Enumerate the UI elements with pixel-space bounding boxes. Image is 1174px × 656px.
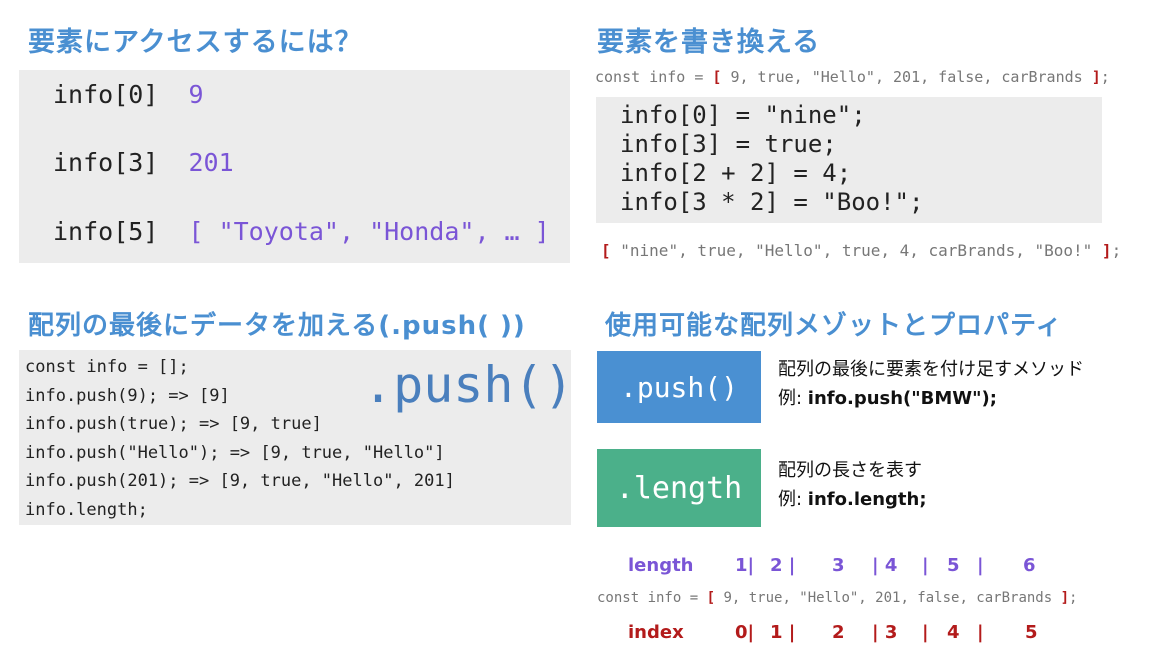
decl-semicolon: ;	[1100, 68, 1110, 86]
length-mark-4: | 4	[872, 555, 898, 576]
diagram-decl-items: 9, true, "Hello", 201, false, carBrands	[715, 590, 1061, 606]
index-label: index	[628, 622, 684, 643]
length-example-code: info.length;	[807, 489, 927, 510]
length-example-label: 例:	[778, 489, 808, 510]
length-mark-6: 6	[1023, 555, 1036, 576]
access-code-box: info[0] 9 info[3] 201 info[5] [ "Toyota"…	[19, 70, 570, 263]
length-example: 例: info.length;	[778, 485, 927, 514]
push-desc-text: 配列の最後に要素を付け足すメソッド	[778, 359, 1084, 380]
result-close-bracket: ]	[1101, 241, 1112, 260]
diagram-semicolon: ;	[1069, 590, 1078, 606]
access-val-2: [ "Toyota", "Honda", … ]	[188, 217, 550, 246]
index-mark-3: | 3	[872, 622, 898, 643]
access-val-0: 9	[188, 80, 204, 109]
push-example: 例: info.push("BMW");	[778, 384, 1084, 413]
methods-heading: 使用可能な配列メゾットとプロパティ	[605, 311, 1063, 341]
rewrite-code-box: info[0] = "nine"; info[3] = true; info[2 +…	[596, 97, 1102, 223]
length-mark-3: 3	[832, 555, 845, 576]
push-line-4: info.push(201); => [9, true, "Hello", 20…	[25, 471, 455, 491]
rewrite-heading: 要素を書き換える	[597, 27, 821, 58]
rewrite-code: info[0] = "nine"; info[3] = true; info[2 +…	[620, 101, 923, 217]
length-row: length 1| 2 | 3 | 4 | 5 | 6	[0, 555, 1174, 579]
access-expr-2: info[5]	[53, 217, 159, 246]
index-mark-4: 4	[947, 622, 960, 643]
rewrite-declaration: const info = [ 9, true, "Hello", 201, fa…	[595, 68, 1110, 86]
access-row-2: info[5] [ "Toyota", "Honda", … ]	[53, 217, 550, 246]
decl-close-bracket: ]	[1091, 68, 1101, 86]
index-mark-2: 2	[832, 622, 845, 643]
push-method-button[interactable]: .push()	[597, 351, 761, 423]
length-mark-1: 1|	[735, 555, 755, 576]
length-label: length	[628, 555, 694, 576]
access-row-0: info[0] 9	[53, 80, 204, 109]
push-heading: 配列の最後にデータを加える(.push( ))	[28, 311, 526, 341]
length-property-desc: 配列の長さを表す 例: info.length;	[778, 456, 927, 514]
push-code-box: const info = []; info.push(9); => [9] info…	[19, 350, 574, 525]
rewrite-result: [ "nine", true, "Hello", true, 4, carBra…	[601, 241, 1121, 260]
push-line-2: info.push(true); => [9, true]	[25, 414, 322, 434]
push-example-code: info.push("BMW");	[807, 388, 997, 409]
diagram-open-bracket: [	[706, 590, 716, 606]
push-line-5: info.length;	[25, 499, 148, 520]
diagram-close-bracket: ]	[1060, 590, 1070, 606]
rewrite-line-0: info[0] = "nine";	[620, 101, 866, 129]
access-expr-0: info[0]	[53, 80, 159, 109]
push-method-desc: 配列の最後に要素を付け足すメソッド 例: info.push("BMW");	[778, 355, 1084, 413]
index-mark-0: 0|	[735, 622, 755, 643]
length-property-button[interactable]: .length	[597, 449, 761, 527]
index-sep-2: |	[977, 622, 984, 643]
result-open-bracket: [	[601, 241, 611, 260]
length-mark-5: 5	[947, 555, 960, 576]
result-semicolon: ;	[1111, 241, 1122, 260]
result-items: "nine", true, "Hello", true, 4, carBrand…	[610, 241, 1102, 260]
length-mark-2: 2 |	[770, 555, 796, 576]
access-row-1: info[3] 201	[53, 148, 234, 177]
length-desc-text: 配列の長さを表す	[778, 460, 922, 481]
diagram-declaration: const info = [ 9, true, "Hello", 201, fa…	[597, 590, 1077, 606]
access-heading: 要素にアクセスするには？	[28, 27, 363, 58]
push-line-3: info.push("Hello"); => [9, true, "Hello"…	[25, 442, 445, 463]
access-expr-1: info[3]	[53, 148, 159, 177]
push-big-label: .push()	[363, 356, 574, 414]
length-sep: |	[922, 555, 929, 576]
rewrite-line-3: info[3 * 2] = "Boo!";	[620, 188, 924, 216]
decl-pre: const info =	[595, 68, 713, 86]
index-sep: |	[922, 622, 929, 643]
index-mark-1: 1 |	[770, 622, 796, 643]
index-row: index 0| 1 | 2 | 3 | 4 | 5	[0, 622, 1174, 646]
access-val-1: 201	[188, 148, 234, 177]
decl-items: 9, true, "Hello", 201, false, carBrands	[721, 68, 1092, 86]
rewrite-line-2: info[2 + 2] = 4;	[620, 159, 852, 187]
rewrite-line-1: info[3] = true;	[620, 130, 837, 158]
index-mark-5: 5	[1025, 622, 1038, 643]
length-sep-2: |	[977, 555, 984, 576]
push-example-label: 例:	[778, 388, 808, 409]
diagram-decl-pre: const info =	[597, 590, 707, 606]
